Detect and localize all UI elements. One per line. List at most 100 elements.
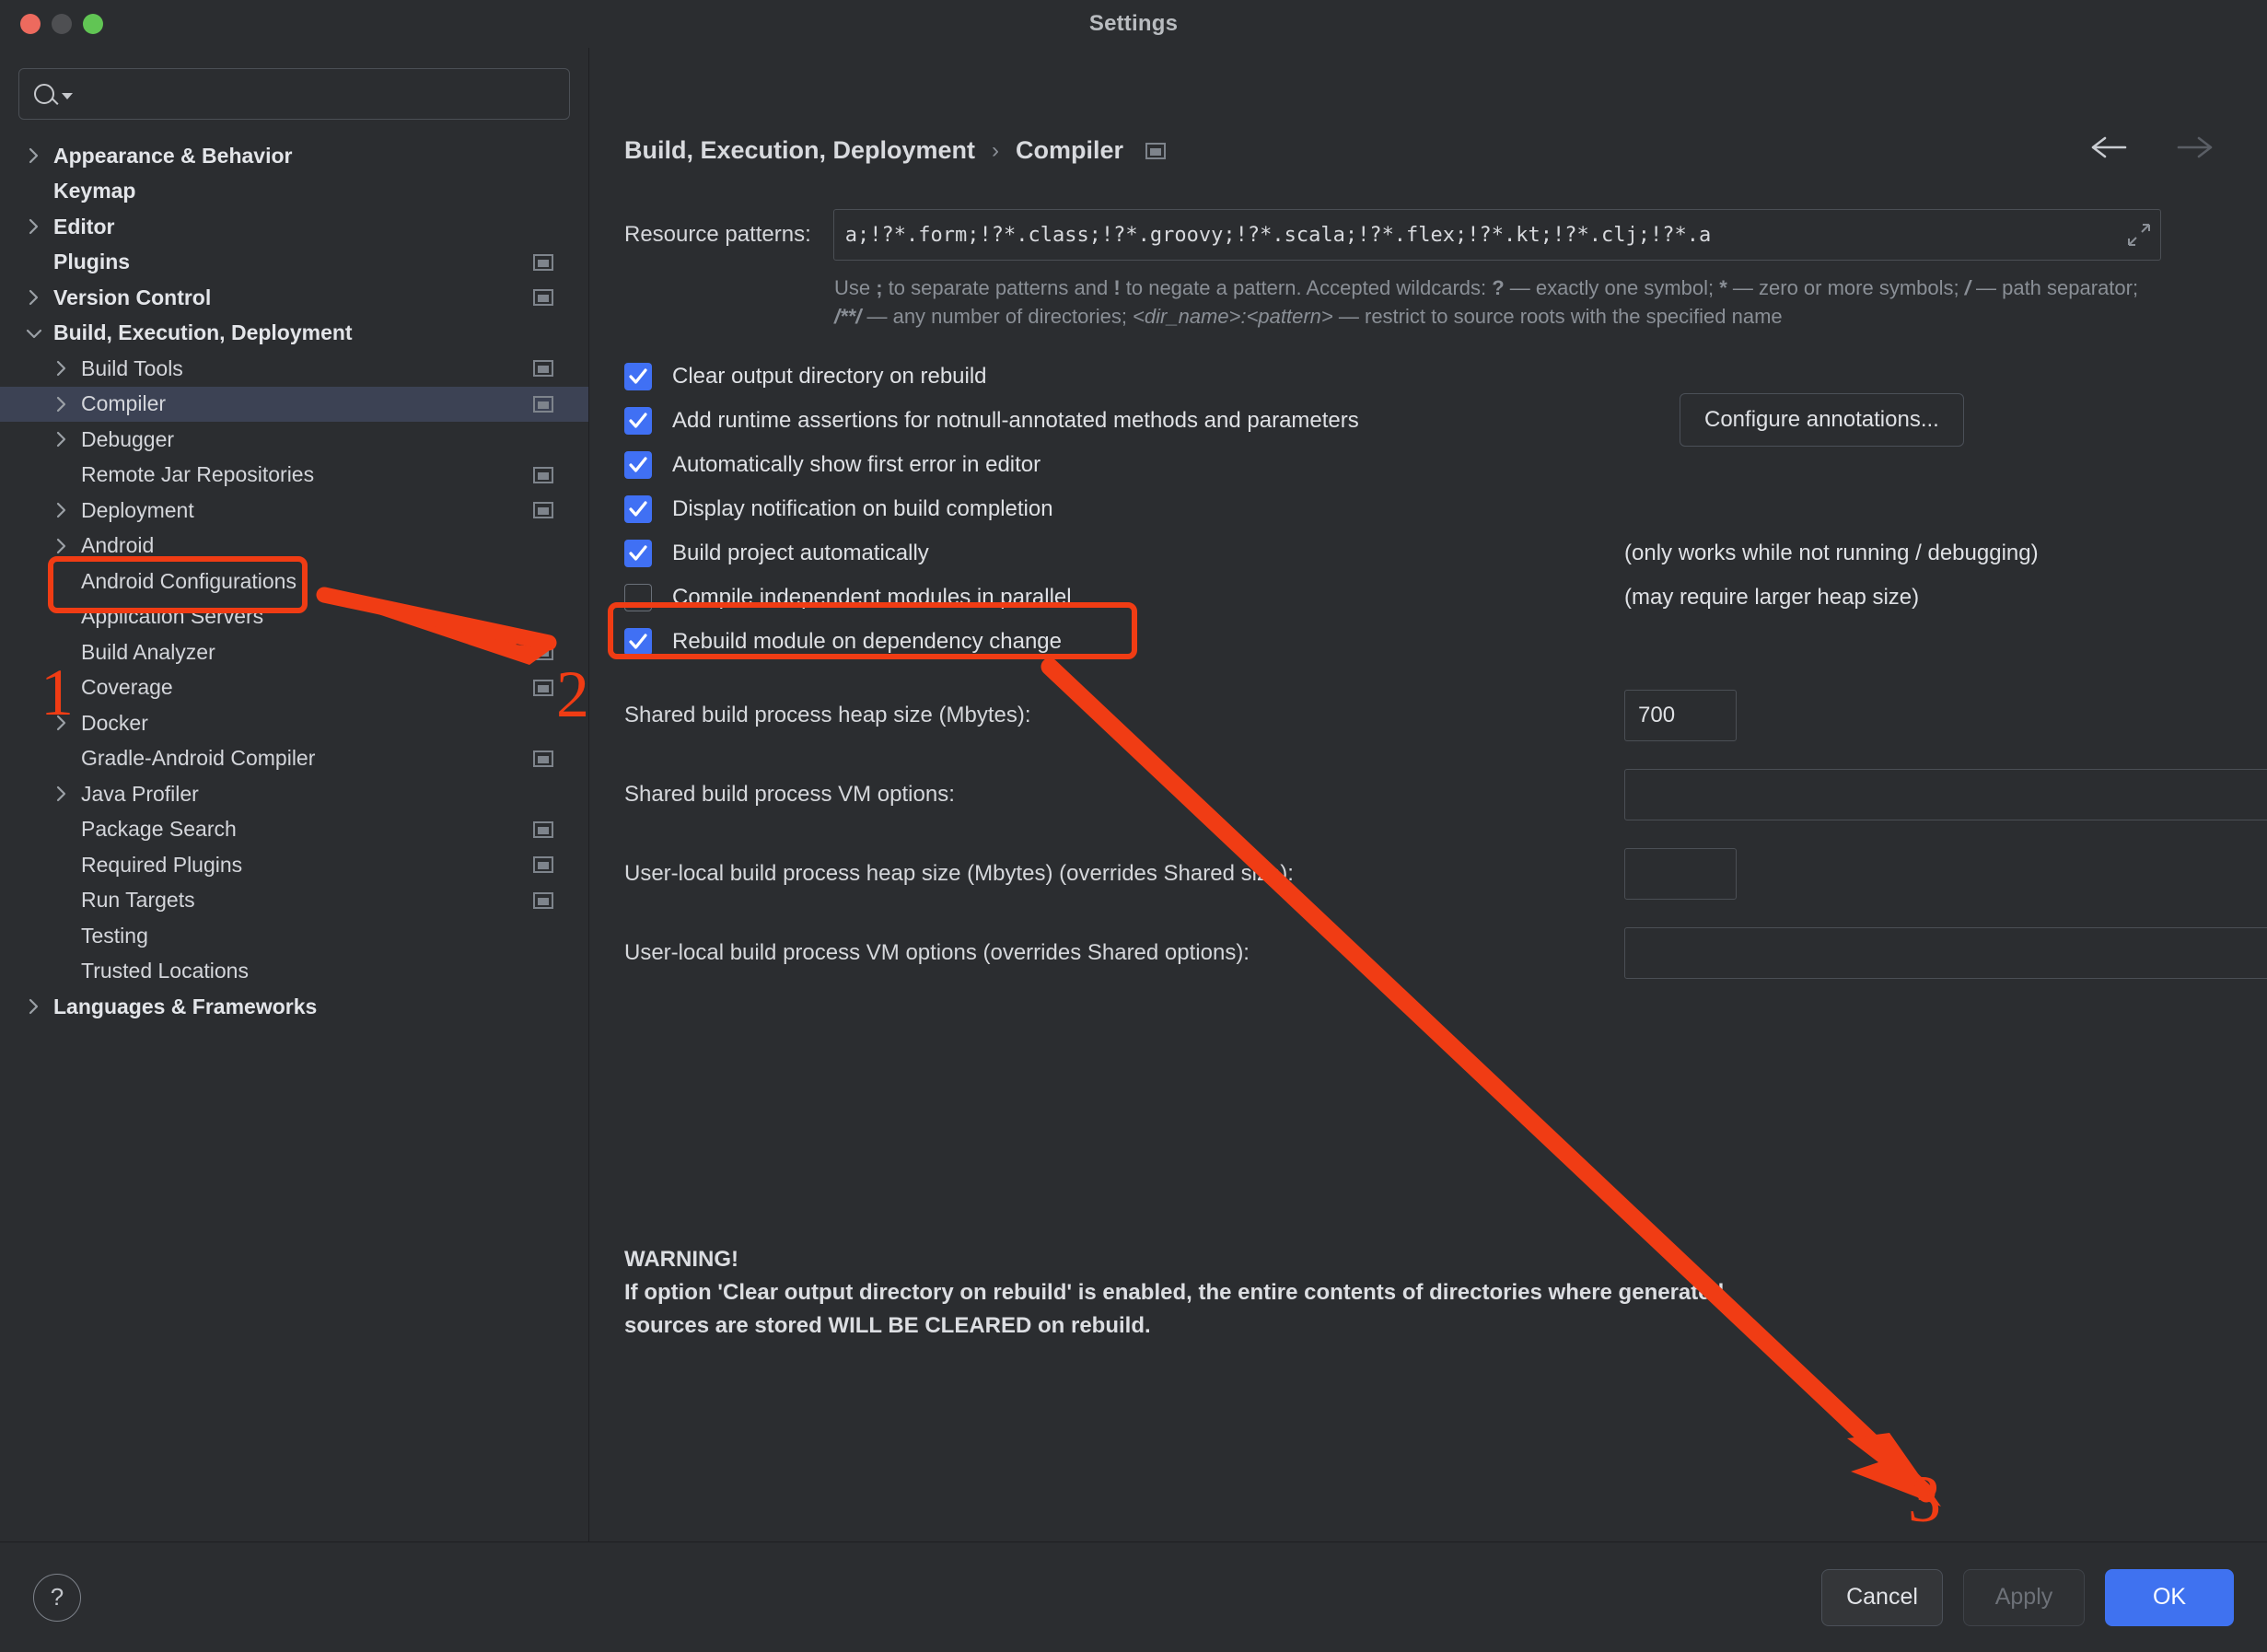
- sidebar-item-trusted-locations[interactable]: Trusted Locations: [0, 954, 588, 990]
- search-icon: [34, 84, 73, 104]
- field-input-user-local-build-process-vm-options-overrides-sh[interactable]: [1624, 927, 2267, 980]
- checkbox-row-automatically-show-first-error-in-editor[interactable]: Automatically show first error in editor: [624, 443, 2267, 487]
- sidebar-item-keymap[interactable]: Keymap: [0, 174, 588, 210]
- sidebar-item-label: Testing: [81, 923, 148, 948]
- cancel-button[interactable]: Cancel: [1821, 1568, 1943, 1626]
- field-row-user-local-build-process-heap-size-mbytes-overri: User-local build process heap size (Mbyt…: [624, 848, 2267, 901]
- project-level-settings-icon: [533, 395, 553, 413]
- sidebar-item-version-control[interactable]: Version Control: [0, 280, 588, 316]
- sidebar-item-application-servers[interactable]: Application Servers: [0, 599, 588, 635]
- forward-arrow-icon: [2175, 133, 2215, 162]
- field-label: User-local build process heap size (Mbyt…: [624, 861, 1294, 887]
- checkbox-row-build-project-automatically[interactable]: Build project automatically (only works w…: [624, 531, 2267, 576]
- project-level-settings-icon: [533, 891, 553, 909]
- checkbox-add-runtime-assertions-for-notnull-annotated-methods-and-parameters[interactable]: [624, 407, 652, 436]
- chevron-right-icon[interactable]: [20, 216, 48, 237]
- checkbox-label: Automatically show first error in editor: [672, 452, 1041, 478]
- sidebar-item-remote-jar-repositories[interactable]: Remote Jar Repositories: [0, 458, 588, 494]
- field-label: Shared build process heap size (Mbytes):: [624, 703, 1031, 728]
- build-process-fields: Shared build process heap size (Mbytes):…: [624, 690, 2267, 980]
- field-input-shared-build-process-vm-options[interactable]: [1624, 769, 2267, 821]
- sidebar-item-label: Package Search: [81, 817, 237, 842]
- footer-buttons: Cancel Apply OK: [1821, 1568, 2234, 1626]
- chevron-right-icon[interactable]: [48, 536, 76, 556]
- help-button[interactable]: ?: [33, 1573, 81, 1622]
- chevron-right-icon[interactable]: [48, 394, 76, 414]
- sidebar-item-android-configurations[interactable]: Android Configurations: [0, 564, 588, 599]
- breadcrumb-current: Compiler: [1016, 136, 1124, 164]
- sidebar-item-label: Languages & Frameworks: [53, 994, 318, 1018]
- sidebar-item-build-analyzer[interactable]: Build Analyzer: [0, 634, 588, 670]
- sidebar-item-gradle-android-compiler[interactable]: Gradle-Android Compiler: [0, 741, 588, 777]
- sidebar-item-label: Keymap: [53, 179, 136, 204]
- checkbox-row-add-runtime-assertions-for-notnull-annotated-methods-and-parameters[interactable]: Add runtime assertions for notnull-annot…: [624, 393, 2267, 448]
- chevron-right-icon[interactable]: [20, 287, 48, 308]
- field-input-user-local-build-process-heap-size-mbytes-overri[interactable]: [1624, 848, 1737, 901]
- sidebar-item-docker[interactable]: Docker: [0, 705, 588, 741]
- resource-patterns-value: a;!?*.form;!?*.class;!?*.groovy;!?*.scal…: [844, 223, 1712, 247]
- sidebar-item-build-tools[interactable]: Build Tools: [0, 351, 588, 387]
- breadcrumb-parent[interactable]: Build, Execution, Deployment: [624, 136, 975, 165]
- sidebar-item-appearance-behavior[interactable]: Appearance & Behavior: [0, 138, 588, 174]
- project-level-settings-icon: [533, 360, 553, 378]
- chevron-right-icon[interactable]: [48, 784, 76, 804]
- checkbox-row-compile-independent-modules-in-parallel[interactable]: Compile independent modules in parallel (…: [624, 576, 2267, 620]
- sidebar-item-label: Docker: [81, 710, 148, 735]
- chevron-down-icon[interactable]: [20, 326, 48, 341]
- sidebar-item-editor[interactable]: Editor: [0, 209, 588, 245]
- project-level-settings-icon: [1145, 142, 1167, 159]
- checkbox-rebuild-module-on-dependency-change[interactable]: [624, 628, 652, 657]
- field-input-shared-build-process-heap-size-mbytes[interactable]: 700: [1624, 690, 1737, 742]
- sidebar-item-debugger[interactable]: Debugger: [0, 422, 588, 458]
- sidebar-item-label: Trusted Locations: [81, 959, 249, 983]
- sidebar-item-label: Java Profiler: [81, 781, 199, 806]
- warning-block: WARNING! If option 'Clear output directo…: [624, 1243, 2005, 1343]
- checkbox-compile-independent-modules-in-parallel[interactable]: [624, 584, 652, 612]
- sidebar-item-label: Appearance & Behavior: [53, 143, 293, 168]
- checkbox-label: Build project automatically: [672, 541, 929, 566]
- chevron-right-icon[interactable]: [48, 713, 76, 733]
- project-level-settings-icon: [533, 820, 553, 838]
- chevron-right-icon[interactable]: [48, 429, 76, 449]
- checkbox-clear-output-directory-on-rebuild[interactable]: [624, 363, 652, 391]
- sidebar-item-deployment[interactable]: Deployment: [0, 493, 588, 529]
- sidebar-item-required-plugins[interactable]: Required Plugins: [0, 847, 588, 883]
- checkbox-label: Compile independent modules in parallel: [672, 585, 1072, 611]
- back-arrow-icon[interactable]: [2088, 133, 2129, 162]
- chevron-right-icon[interactable]: [20, 996, 48, 1017]
- apply-button[interactable]: Apply: [1963, 1568, 2085, 1626]
- search-box[interactable]: [18, 68, 570, 120]
- checkbox-row-display-notification-on-build-completion[interactable]: Display notification on build completion: [624, 487, 2267, 531]
- note-parallel-heap: (may require larger heap size): [1624, 585, 1920, 611]
- sidebar-item-compiler[interactable]: Compiler: [0, 386, 588, 422]
- sidebar-item-plugins[interactable]: Plugins: [0, 245, 588, 281]
- checkbox-automatically-show-first-error-in-editor[interactable]: [624, 451, 652, 480]
- field-label: Shared build process VM options:: [624, 782, 955, 808]
- resource-patterns-field[interactable]: a;!?*.form;!?*.class;!?*.groovy;!?*.scal…: [832, 209, 2161, 261]
- sidebar-item-testing[interactable]: Testing: [0, 918, 588, 954]
- project-level-settings-icon: [533, 750, 553, 767]
- ok-button[interactable]: OK: [2105, 1568, 2234, 1626]
- chevron-right-icon[interactable]: [48, 358, 76, 378]
- sidebar-item-package-search[interactable]: Package Search: [0, 812, 588, 848]
- warning-line-2: sources are stored WILL BE CLEARED on re…: [624, 1313, 1151, 1338]
- checkbox-display-notification-on-build-completion[interactable]: [624, 495, 652, 524]
- sidebar-item-languages-frameworks[interactable]: Languages & Frameworks: [0, 989, 588, 1025]
- sidebar-item-android[interactable]: Android: [0, 529, 588, 564]
- checkbox-row-clear-output-directory-on-rebuild[interactable]: Clear output directory on rebuild: [624, 355, 2267, 399]
- chevron-right-icon[interactable]: [20, 145, 48, 166]
- checkbox-row-rebuild-module-on-dependency-change[interactable]: Rebuild module on dependency change: [624, 620, 2267, 664]
- sidebar-item-run-targets[interactable]: Run Targets: [0, 883, 588, 919]
- expand-editor-icon[interactable]: [2127, 223, 2151, 247]
- chevron-right-icon[interactable]: [48, 500, 76, 520]
- configure-annotations-button[interactable]: Configure annotations...: [1680, 393, 1964, 448]
- project-level-settings-icon: [533, 502, 553, 519]
- sidebar-item-coverage[interactable]: Coverage: [0, 670, 588, 706]
- checkbox-build-project-automatically[interactable]: [624, 540, 652, 568]
- project-level-settings-icon: [533, 289, 553, 307]
- sidebar-item-label: Android: [81, 533, 155, 558]
- sidebar-item-build-execution-deployment[interactable]: Build, Execution, Deployment: [0, 316, 588, 352]
- search-input[interactable]: [73, 82, 554, 106]
- sidebar-item-java-profiler[interactable]: Java Profiler: [0, 776, 588, 812]
- dialog-body: Appearance & Behavior Keymap Editor Plugins…: [0, 48, 2267, 1541]
